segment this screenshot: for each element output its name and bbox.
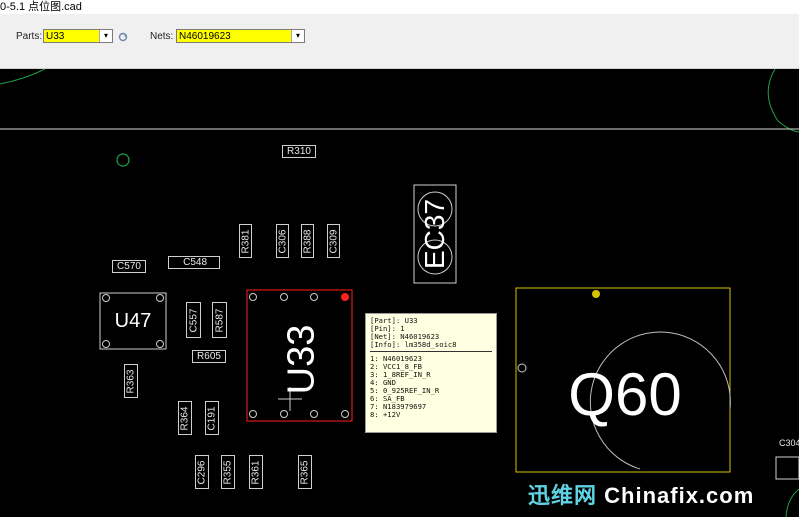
watermark-cn: 迅维网 [528,483,598,508]
nets-combobox[interactable]: N46019623 ▾ [176,29,305,43]
watermark: 迅维网 Chinafix.com [528,478,754,510]
part-ec37[interactable]: EC37 [418,189,452,279]
window-title: 0-5.1 点位图.cad [0,0,799,14]
refresh-icon[interactable] [118,32,128,42]
part-c570[interactable]: C570 [112,260,146,273]
chevron-down-icon[interactable]: ▾ [291,30,304,42]
part-u47[interactable]: U47 [100,293,166,349]
part-c309[interactable]: C309 [327,224,340,258]
part-r310[interactable]: R310 [282,145,316,158]
tooltip-divider [370,351,492,352]
part-info-tooltip: [Part]: U33 [Pin]: 1 [Net]: N46019623 [I… [365,313,497,433]
part-c548[interactable]: C548 [168,256,220,269]
part-r355[interactable]: R355 [221,455,235,489]
part-r363[interactable]: R363 [124,364,138,398]
board-canvas[interactable]: R310 EC37 R381 C306 R388 C309 C570 C548 … [0,69,799,517]
part-r381[interactable]: R381 [239,224,252,258]
tooltip-info: [Info]: lm358d_soic8 [370,340,457,349]
part-c296[interactable]: C296 [195,455,209,489]
parts-value: U33 [46,31,65,42]
part-r364[interactable]: R364 [178,401,192,435]
watermark-en: Chinafix.com [604,483,755,508]
part-c304[interactable]: C304 [777,433,799,453]
part-r605[interactable]: R605 [192,350,226,363]
parts-combobox[interactable]: U33 ▾ [43,29,113,43]
part-c557[interactable]: C557 [186,302,201,338]
nets-label: Nets: [150,31,174,42]
chevron-down-icon[interactable]: ▾ [99,30,112,42]
tooltip-pin-row: 8: +12V [370,410,401,419]
part-r365[interactable]: R365 [298,455,312,489]
nets-value: N46019623 [179,31,231,42]
toolbar: Parts: U33 ▾ Nets: N46019623 ▾ [0,14,799,69]
part-c191[interactable]: C191 [205,401,219,435]
part-r361[interactable]: R361 [249,455,263,489]
parts-label: Parts: [16,31,43,42]
part-r587[interactable]: R587 [212,302,227,338]
part-r388[interactable]: R388 [301,224,314,258]
part-u33[interactable]: U33 [262,309,342,409]
part-c306[interactable]: C306 [276,224,289,258]
part-q60[interactable]: Q60 [540,359,710,429]
